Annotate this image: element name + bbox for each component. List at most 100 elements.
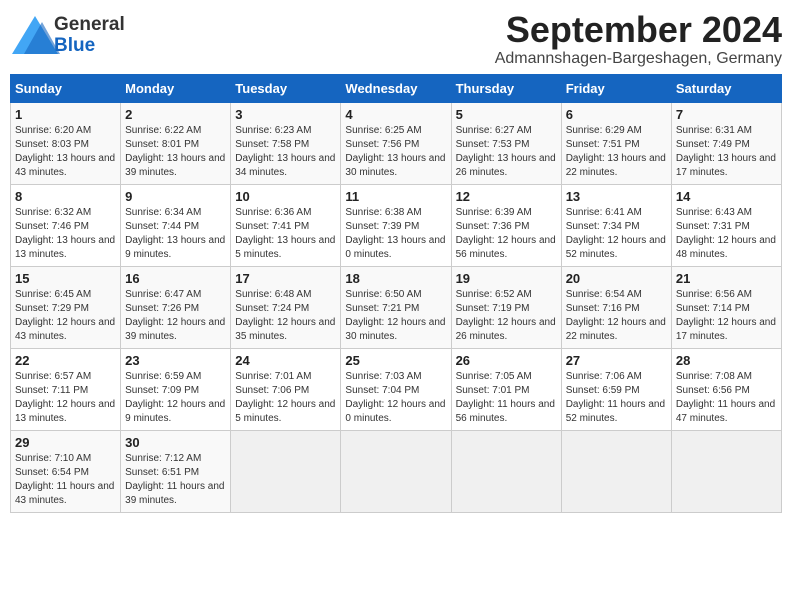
weekday-header: Wednesday xyxy=(341,74,451,102)
weekday-header: Thursday xyxy=(451,74,561,102)
calendar-cell: 7 Sunrise: 6:31 AMSunset: 7:49 PMDaylight… xyxy=(671,102,781,184)
calendar-cell xyxy=(451,430,561,512)
calendar-cell: 15 Sunrise: 6:45 AMSunset: 7:29 PMDayligh… xyxy=(11,266,121,348)
calendar-cell: 12 Sunrise: 6:39 AMSunset: 7:36 PMDayligh… xyxy=(451,184,561,266)
day-number: 2 xyxy=(125,107,226,122)
day-detail: Sunrise: 6:39 AMSunset: 7:36 PMDaylight:… xyxy=(456,207,556,260)
day-detail: Sunrise: 6:50 AMSunset: 7:21 PMDaylight:… xyxy=(345,289,445,342)
day-number: 15 xyxy=(15,271,116,286)
calendar-cell: 4 Sunrise: 6:25 AMSunset: 7:56 PMDaylight… xyxy=(341,102,451,184)
calendar-cell: 21Sunrise: 6:56 AMSunset: 7:14 PMDayligh… xyxy=(671,266,781,348)
weekday-header: Monday xyxy=(121,74,231,102)
calendar-cell: 29Sunrise: 7:10 AMSunset: 6:54 PMDayligh… xyxy=(11,430,121,512)
day-detail: Sunrise: 6:34 AMSunset: 7:44 PMDaylight:… xyxy=(125,207,225,260)
day-detail: Sunrise: 6:22 AMSunset: 8:01 PMDaylight:… xyxy=(125,125,225,178)
calendar-cell: 2 Sunrise: 6:22 AMSunset: 8:01 PMDaylight… xyxy=(121,102,231,184)
day-detail: Sunrise: 7:08 AMSunset: 6:56 PMDaylight:… xyxy=(676,371,775,424)
day-detail: Sunrise: 6:27 AMSunset: 7:53 PMDaylight:… xyxy=(456,125,556,178)
calendar-cell: 18 Sunrise: 6:50 AMSunset: 7:21 PMDayligh… xyxy=(341,266,451,348)
calendar-week-row: 1 Sunrise: 6:20 AMSunset: 8:03 PMDaylight… xyxy=(11,102,782,184)
day-detail: Sunrise: 6:25 AMSunset: 7:56 PMDaylight:… xyxy=(345,125,445,178)
calendar-cell: 28 Sunrise: 7:08 AMSunset: 6:56 PMDayligh… xyxy=(671,348,781,430)
day-number: 30 xyxy=(125,435,226,450)
page-subtitle: Admannshagen-Bargeshagen, Germany xyxy=(495,50,782,68)
day-number: 25 xyxy=(345,353,446,368)
calendar-body: 1 Sunrise: 6:20 AMSunset: 8:03 PMDaylight… xyxy=(11,102,782,512)
day-detail: Sunrise: 6:29 AMSunset: 7:51 PMDaylight:… xyxy=(566,125,666,178)
day-number: 19 xyxy=(456,271,557,286)
calendar-header-row: SundayMondayTuesdayWednesdayThursdayFrid… xyxy=(11,74,782,102)
day-number: 10 xyxy=(235,189,336,204)
day-number: 18 xyxy=(345,271,446,286)
calendar-cell: 19 Sunrise: 6:52 AMSunset: 7:19 PMDayligh… xyxy=(451,266,561,348)
calendar-cell: 23Sunrise: 6:59 AMSunset: 7:09 PMDayligh… xyxy=(121,348,231,430)
calendar-cell: 22 Sunrise: 6:57 AMSunset: 7:11 PMDayligh… xyxy=(11,348,121,430)
calendar-cell: 17 Sunrise: 6:48 AMSunset: 7:24 PMDayligh… xyxy=(231,266,341,348)
day-number: 23 xyxy=(125,353,226,368)
calendar-cell: 9 Sunrise: 6:34 AMSunset: 7:44 PMDaylight… xyxy=(121,184,231,266)
day-number: 9 xyxy=(125,189,226,204)
day-detail: Sunrise: 6:47 AMSunset: 7:26 PMDaylight:… xyxy=(125,289,225,342)
day-detail: Sunrise: 6:20 AMSunset: 8:03 PMDaylight:… xyxy=(15,125,115,178)
calendar-cell: 14 Sunrise: 6:43 AMSunset: 7:31 PMDayligh… xyxy=(671,184,781,266)
weekday-header: Sunday xyxy=(11,74,121,102)
day-detail: Sunrise: 6:52 AMSunset: 7:19 PMDaylight:… xyxy=(456,289,556,342)
calendar-cell xyxy=(671,430,781,512)
calendar-table: SundayMondayTuesdayWednesdayThursdayFrid… xyxy=(10,74,782,513)
day-detail: Sunrise: 6:36 AMSunset: 7:41 PMDaylight:… xyxy=(235,207,335,260)
calendar-cell xyxy=(561,430,671,512)
calendar-cell: 13 Sunrise: 6:41 AMSunset: 7:34 PMDayligh… xyxy=(561,184,671,266)
calendar-week-row: 8Sunrise: 6:32 AMSunset: 7:46 PMDaylight… xyxy=(11,184,782,266)
day-number: 24 xyxy=(235,353,336,368)
calendar-cell: 5 Sunrise: 6:27 AMSunset: 7:53 PMDaylight… xyxy=(451,102,561,184)
day-detail: Sunrise: 6:32 AMSunset: 7:46 PMDaylight:… xyxy=(15,207,115,260)
day-detail: Sunrise: 6:54 AMSunset: 7:16 PMDaylight:… xyxy=(566,289,666,342)
calendar-cell: 6 Sunrise: 6:29 AMSunset: 7:51 PMDaylight… xyxy=(561,102,671,184)
day-number: 1 xyxy=(15,107,116,122)
calendar-cell: 20Sunrise: 6:54 AMSunset: 7:16 PMDayligh… xyxy=(561,266,671,348)
logo-icon xyxy=(10,14,60,58)
day-number: 28 xyxy=(676,353,777,368)
day-number: 6 xyxy=(566,107,667,122)
page-title: September 2024 xyxy=(495,10,782,50)
day-detail: Sunrise: 6:45 AMSunset: 7:29 PMDaylight:… xyxy=(15,289,115,342)
day-number: 26 xyxy=(456,353,557,368)
weekday-header: Tuesday xyxy=(231,74,341,102)
day-number: 4 xyxy=(345,107,446,122)
calendar-week-row: 22 Sunrise: 6:57 AMSunset: 7:11 PMDayligh… xyxy=(11,348,782,430)
day-number: 12 xyxy=(456,189,557,204)
calendar-cell: 27Sunrise: 7:06 AMSunset: 6:59 PMDayligh… xyxy=(561,348,671,430)
page-header: General Blue September 2024 Admannshagen… xyxy=(10,10,782,68)
day-number: 13 xyxy=(566,189,667,204)
day-number: 5 xyxy=(456,107,557,122)
day-detail: Sunrise: 6:57 AMSunset: 7:11 PMDaylight:… xyxy=(15,371,115,424)
day-detail: Sunrise: 7:05 AMSunset: 7:01 PMDaylight:… xyxy=(456,371,555,424)
day-number: 22 xyxy=(15,353,116,368)
day-detail: Sunrise: 6:41 AMSunset: 7:34 PMDaylight:… xyxy=(566,207,666,260)
day-number: 17 xyxy=(235,271,336,286)
day-detail: Sunrise: 6:31 AMSunset: 7:49 PMDaylight:… xyxy=(676,125,776,178)
day-detail: Sunrise: 6:48 AMSunset: 7:24 PMDaylight:… xyxy=(235,289,335,342)
day-number: 11 xyxy=(345,189,446,204)
calendar-cell: 11Sunrise: 6:38 AMSunset: 7:39 PMDayligh… xyxy=(341,184,451,266)
day-detail: Sunrise: 6:43 AMSunset: 7:31 PMDaylight:… xyxy=(676,207,776,260)
calendar-cell: 8Sunrise: 6:32 AMSunset: 7:46 PMDaylight… xyxy=(11,184,121,266)
calendar-cell xyxy=(231,430,341,512)
day-detail: Sunrise: 7:12 AMSunset: 6:51 PMDaylight:… xyxy=(125,453,224,506)
weekday-header: Friday xyxy=(561,74,671,102)
calendar-cell: 10 Sunrise: 6:36 AMSunset: 7:41 PMDayligh… xyxy=(231,184,341,266)
day-number: 14 xyxy=(676,189,777,204)
day-number: 3 xyxy=(235,107,336,122)
day-detail: Sunrise: 7:01 AMSunset: 7:06 PMDaylight:… xyxy=(235,371,335,424)
calendar-cell: 3 Sunrise: 6:23 AMSunset: 7:58 PMDaylight… xyxy=(231,102,341,184)
day-detail: Sunrise: 6:23 AMSunset: 7:58 PMDaylight:… xyxy=(235,125,335,178)
logo-general-text: General xyxy=(54,15,125,36)
calendar-cell: 25Sunrise: 7:03 AMSunset: 7:04 PMDayligh… xyxy=(341,348,451,430)
calendar-cell: 26 Sunrise: 7:05 AMSunset: 7:01 PMDayligh… xyxy=(451,348,561,430)
day-number: 21 xyxy=(676,271,777,286)
day-number: 7 xyxy=(676,107,777,122)
calendar-cell: 24 Sunrise: 7:01 AMSunset: 7:06 PMDayligh… xyxy=(231,348,341,430)
calendar-cell: 1 Sunrise: 6:20 AMSunset: 8:03 PMDaylight… xyxy=(11,102,121,184)
day-number: 29 xyxy=(15,435,116,450)
day-number: 16 xyxy=(125,271,226,286)
